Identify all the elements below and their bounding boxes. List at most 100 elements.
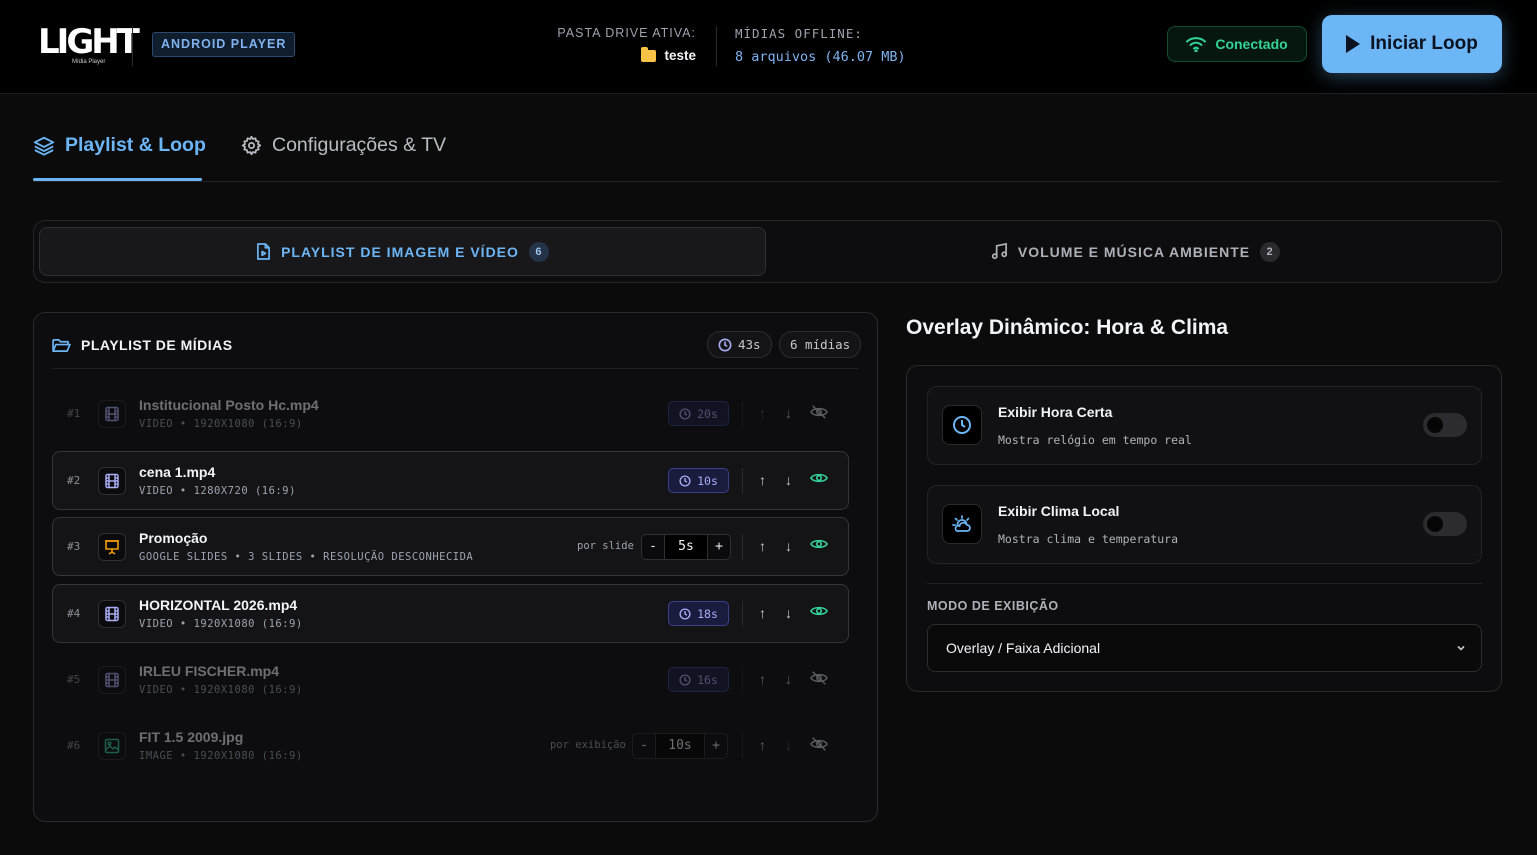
row-number: #3 bbox=[67, 540, 81, 553]
panel-divider bbox=[52, 368, 858, 369]
connection-status: Conectado bbox=[1167, 26, 1307, 62]
overlay-panel: Exibir Hora Certa Mostra relógio em temp… bbox=[906, 365, 1502, 692]
move-up-button[interactable]: ↑ bbox=[759, 736, 766, 754]
gear-icon bbox=[241, 135, 262, 156]
increment-button[interactable]: + bbox=[708, 535, 730, 559]
visibility-toggle-button[interactable] bbox=[809, 471, 829, 489]
per-slide-label: por slide bbox=[577, 540, 634, 552]
clock-icon bbox=[679, 673, 691, 686]
media-count: 6 mídias bbox=[790, 337, 851, 352]
display-mode-select[interactable]: Overlay / Faixa Adicional bbox=[927, 624, 1482, 672]
row-number: #4 bbox=[67, 607, 81, 620]
media-count-chip: 6 mídias bbox=[779, 331, 862, 358]
platform-badge: ANDROID PLAYER bbox=[152, 32, 296, 57]
visibility-toggle-button[interactable] bbox=[809, 604, 829, 622]
video-file-icon bbox=[98, 400, 126, 428]
row-divider bbox=[742, 468, 743, 494]
image-file-icon bbox=[98, 732, 126, 760]
playlist-row[interactable]: #3 Promoção GOOGLE SLIDES • 3 SLIDES • R… bbox=[52, 517, 849, 576]
segment-volume-label: VOLUME E MÚSICA AMBIENTE bbox=[1017, 243, 1251, 260]
weather-icon bbox=[942, 504, 982, 544]
playlist-row[interactable]: #5 IRLEU FISCHER.mp4 VIDEO • 1920X1080 (… bbox=[52, 650, 849, 709]
drive-value: teste bbox=[552, 46, 696, 63]
visibility-toggle-button[interactable] bbox=[810, 670, 828, 690]
music-icon bbox=[991, 243, 1008, 260]
play-icon bbox=[1346, 35, 1361, 53]
move-up-button[interactable]: ↑ bbox=[759, 670, 766, 688]
move-up-button[interactable]: ↑ bbox=[759, 537, 766, 555]
move-down-button[interactable]: ↓ bbox=[785, 604, 792, 622]
segment-volume-count: 2 bbox=[1260, 241, 1281, 262]
playlist-panel: PLAYLIST DE MÍDIAS 43s 6 mídias #1 Insti… bbox=[33, 312, 878, 822]
file-icon bbox=[257, 243, 271, 260]
move-down-button[interactable]: ↓ bbox=[785, 736, 792, 754]
media-name: cena 1.mp4 bbox=[139, 464, 216, 480]
row-divider bbox=[742, 534, 743, 560]
move-down-button[interactable]: ↓ bbox=[785, 537, 792, 555]
logo-subtitle: Mídia Player bbox=[72, 59, 106, 65]
eye-icon bbox=[809, 473, 829, 483]
folder-open-icon bbox=[52, 338, 71, 352]
row-number: #6 bbox=[67, 739, 81, 752]
move-up-button[interactable]: ↑ bbox=[759, 404, 766, 422]
increment-button[interactable]: + bbox=[705, 734, 727, 758]
overlay-option-name: Exibir Hora Certa bbox=[998, 404, 1113, 420]
display-mode-label: MODO DE EXIBIÇÃO bbox=[927, 599, 1059, 613]
playlist-row[interactable]: #6 FIT 1.5 2009.jpg IMAGE • 1920X1080 (1… bbox=[52, 716, 849, 775]
toggle-knob bbox=[1427, 516, 1443, 532]
start-loop-button[interactable]: Iniciar Loop bbox=[1322, 15, 1502, 73]
duration-badge[interactable]: 10s bbox=[668, 468, 729, 493]
folder-icon bbox=[641, 46, 657, 62]
connection-status-label: Conectado bbox=[1215, 36, 1288, 52]
decrement-button[interactable]: - bbox=[633, 734, 655, 758]
active-drive-folder: PASTA DRIVE ATIVA: teste bbox=[552, 26, 696, 63]
tab-playlist-loop[interactable]: Playlist & Loop bbox=[33, 134, 206, 157]
eye-off-icon bbox=[810, 671, 828, 685]
overlay-option-clock: Exibir Hora Certa Mostra relógio em temp… bbox=[927, 386, 1482, 465]
move-down-button[interactable]: ↓ bbox=[785, 471, 792, 489]
layers-icon bbox=[33, 136, 55, 156]
display-mode-value: Overlay / Faixa Adicional bbox=[946, 640, 1101, 656]
chevron-down-icon bbox=[1457, 645, 1465, 651]
overlay-option-desc: Mostra relógio em tempo real bbox=[998, 433, 1192, 447]
media-meta: GOOGLE SLIDES • 3 SLIDES • RESOLUÇÃO DES… bbox=[139, 551, 474, 563]
playlist-title: PLAYLIST DE MÍDIAS bbox=[52, 337, 233, 353]
tab-playlist-loop-label: Playlist & Loop bbox=[65, 134, 206, 156]
active-tab-indicator bbox=[33, 178, 202, 181]
media-meta: VIDEO • 1920X1080 (16:9) bbox=[139, 418, 303, 430]
move-up-button[interactable]: ↑ bbox=[759, 604, 766, 622]
playlist-row[interactable]: #4 HORIZONTAL 2026.mp4 VIDEO • 1920X1080… bbox=[52, 584, 849, 643]
playlist-row[interactable]: #1 Institucional Posto Hc.mp4 VIDEO • 19… bbox=[52, 384, 849, 443]
total-duration: 43s bbox=[738, 337, 761, 352]
clock-toggle[interactable] bbox=[1423, 413, 1467, 437]
toggle-knob bbox=[1427, 417, 1443, 433]
duration-badge[interactable]: 18s bbox=[668, 601, 729, 626]
step-value-input[interactable]: 5s bbox=[664, 535, 708, 559]
move-down-button[interactable]: ↓ bbox=[785, 670, 792, 688]
visibility-toggle-button[interactable] bbox=[809, 537, 829, 555]
tab-settings-tv[interactable]: Configurações & TV bbox=[241, 134, 446, 157]
offline-media: MÍDIAS OFFLINE: 8 arquivos (46.07 MB) bbox=[735, 26, 906, 65]
media-name: FIT 1.5 2009.jpg bbox=[139, 729, 244, 745]
row-number: #5 bbox=[67, 673, 81, 686]
step-value-input[interactable]: 10s bbox=[655, 734, 705, 758]
eye-off-icon bbox=[810, 405, 828, 419]
per-display-label: por exibição bbox=[550, 739, 626, 751]
eye-icon bbox=[809, 606, 829, 616]
segment-volume-music[interactable]: VOLUME E MÚSICA AMBIENTE 2 bbox=[772, 227, 1499, 276]
visibility-toggle-button[interactable] bbox=[810, 736, 828, 756]
decrement-button[interactable]: - bbox=[642, 535, 664, 559]
overlay-option-name: Exibir Clima Local bbox=[998, 503, 1120, 519]
move-up-button[interactable]: ↑ bbox=[759, 471, 766, 489]
logo-text: LIGHT bbox=[38, 22, 140, 62]
playlist-row[interactable]: #2 cena 1.mp4 VIDEO • 1280X720 (16:9) 10… bbox=[52, 451, 849, 510]
visibility-toggle-button[interactable] bbox=[810, 404, 828, 424]
segment-playlist-media[interactable]: PLAYLIST DE IMAGEM E VÍDEO 6 bbox=[39, 227, 766, 276]
media-meta: IMAGE • 1920X1080 (16:9) bbox=[139, 750, 303, 762]
clock-icon bbox=[679, 407, 691, 420]
weather-toggle[interactable] bbox=[1423, 512, 1467, 536]
move-down-button[interactable]: ↓ bbox=[785, 404, 792, 422]
overlay-divider bbox=[927, 583, 1482, 584]
tab-settings-tv-label: Configurações & TV bbox=[272, 134, 447, 156]
overlay-option-weather: Exibir Clima Local Mostra clima e temper… bbox=[927, 485, 1482, 564]
